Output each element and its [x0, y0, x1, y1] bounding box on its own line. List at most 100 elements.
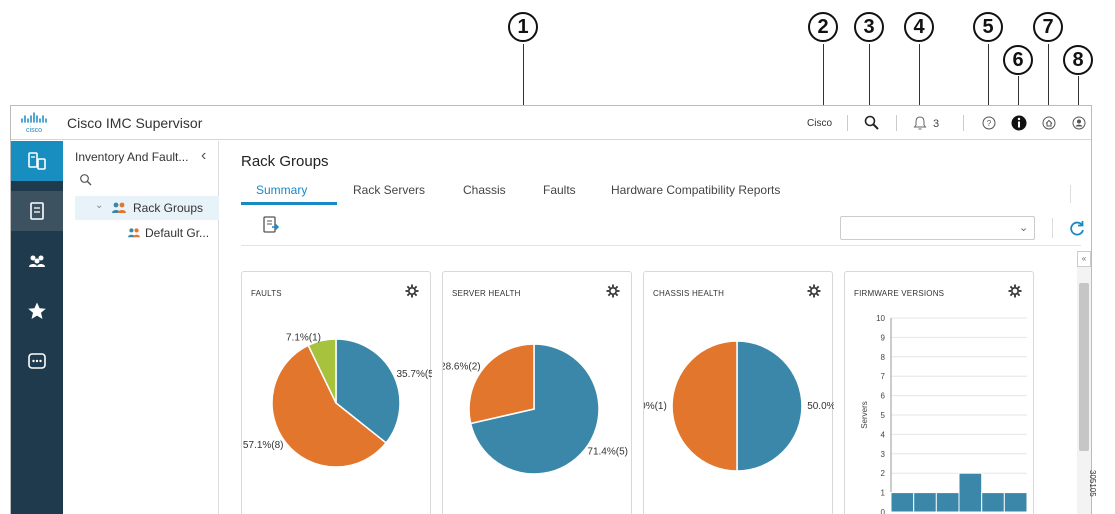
chevron-down-icon[interactable]: ⌄ [95, 200, 103, 211]
toolbar-divider [847, 115, 848, 131]
slice-label: 28.6%(2) [443, 361, 481, 372]
callout-5: 5 [973, 12, 1003, 42]
logo-text: cisco [26, 127, 42, 134]
nav-reports[interactable] [11, 191, 63, 231]
y-tick-label: 2 [881, 469, 886, 478]
y-tick-label: 7 [881, 372, 886, 381]
nav-favorites[interactable] [11, 291, 63, 331]
y-tick-label: 3 [881, 450, 886, 459]
callout-3: 3 [854, 12, 884, 42]
reports-icon [30, 202, 44, 220]
slice-label: 50.0%(1) [644, 401, 667, 412]
tree-item-label: Rack Groups [133, 201, 204, 215]
info-icon[interactable] [1010, 114, 1028, 132]
notification-count: 3 [933, 118, 940, 130]
scroll-up-button[interactable]: « [1077, 251, 1091, 267]
collapse-panel-icon[interactable]: ‹ [201, 147, 206, 165]
bar[interactable] [1003, 492, 1028, 513]
tab-faults[interactable]: Faults [543, 183, 576, 197]
gear-icon[interactable] [405, 284, 419, 298]
home-icon[interactable] [1040, 114, 1058, 132]
tree-title: Inventory And Fault... [75, 150, 189, 164]
bar[interactable] [981, 492, 1005, 513]
gear-icon[interactable] [807, 284, 821, 298]
gear-icon[interactable] [1008, 284, 1022, 298]
more-icon [28, 353, 46, 369]
scrollbar-thumb[interactable] [1079, 283, 1089, 451]
bar[interactable] [913, 492, 937, 513]
left-nav-rail [11, 141, 63, 514]
favorites-icon [28, 302, 46, 319]
user-name[interactable]: Cisco [807, 118, 832, 129]
card-faults: FAULTS 35.7%(5) 57.1%(8) 7.1%(1) [241, 271, 433, 514]
y-tick-label: 1 [881, 489, 886, 498]
refresh-icon[interactable] [1068, 219, 1086, 237]
callout-7: 7 [1033, 12, 1063, 42]
pie-slice[interactable] [468, 343, 535, 425]
page-title: Rack Groups [241, 153, 329, 170]
app-title: Cisco IMC Supervisor [67, 115, 203, 131]
slice-label: 57.1%(8) [243, 440, 284, 451]
app-window: cisco Cisco IMC Supervisor Cisco 3 ? Inv… [10, 105, 1092, 514]
card-title: FAULTS [251, 289, 282, 298]
tree-item-default-group[interactable]: Default Gr... [75, 221, 219, 245]
y-axis-label: Servers [860, 401, 869, 429]
callout-leader-8 [1078, 76, 1079, 106]
tab-chassis[interactable]: Chassis [463, 183, 506, 197]
filter-select[interactable]: ⌄ [840, 216, 1035, 240]
top-bar: cisco Cisco IMC Supervisor Cisco 3 ? [11, 106, 1091, 140]
tab-summary[interactable]: Summary [256, 183, 307, 197]
card-firmware-versions: FIRMWARE VERSIONS 0 1 2 3 4 5 6 7 8 9 10 Servers [844, 271, 1034, 514]
help-icon[interactable]: ? [980, 114, 998, 132]
slice-label: 50.0%(1) [807, 401, 834, 412]
tab-rack-servers[interactable]: Rack Servers [353, 183, 425, 197]
tree-item-rack-groups[interactable]: ⌄ Rack Groups [75, 196, 219, 220]
y-tick-label: 5 [881, 411, 886, 420]
tab-hardware-compatibility-reports[interactable]: Hardware Compatibility Reports [611, 183, 780, 197]
y-tick-label: 0 [881, 508, 886, 514]
tree-panel: Inventory And Fault... ‹ ⌄ Rack Groups D… [63, 141, 219, 514]
user-icon[interactable] [1070, 114, 1088, 132]
toolbar-divider-line [241, 245, 1081, 246]
callouts: 1 2 3 4 5 6 7 8 [0, 0, 1115, 106]
group-icon [112, 202, 126, 213]
y-tick-label: 10 [876, 314, 885, 323]
y-tick-label: 4 [881, 430, 886, 439]
nav-more[interactable] [11, 341, 63, 381]
bar[interactable] [890, 492, 915, 513]
search-icon[interactable] [863, 114, 881, 132]
nav-groups[interactable] [11, 241, 63, 281]
callout-4: 4 [904, 12, 934, 42]
callout-leader-6 [1018, 76, 1019, 106]
callout-1: 1 [508, 12, 538, 42]
y-tick-label: 8 [881, 353, 886, 362]
callout-8: 8 [1063, 45, 1093, 75]
card-title: SERVER HEALTH [452, 289, 521, 298]
figure-id-text: 305105 [1088, 470, 1097, 497]
export-report-icon[interactable] [262, 216, 280, 234]
nav-inventory[interactable] [11, 141, 63, 181]
toolbar-divider [963, 115, 964, 131]
slice-label: 35.7%(5) [397, 369, 433, 380]
callout-leader-3 [869, 44, 870, 106]
inventory-icon [28, 152, 46, 170]
pie-slice[interactable] [736, 340, 803, 472]
bar[interactable] [935, 492, 960, 513]
y-tick-label: 6 [881, 392, 886, 401]
toolbar-divider [1052, 218, 1053, 238]
toolbar-divider [896, 115, 897, 131]
bell-icon[interactable] [911, 114, 929, 132]
card-title: CHASSIS HEALTH [653, 289, 725, 298]
search-icon[interactable] [79, 173, 93, 187]
group-icon [128, 228, 140, 238]
gear-icon[interactable] [606, 284, 620, 298]
y-tick-label: 9 [881, 333, 886, 342]
chassis-health-pie-chart: 50.0%(1) 50.0%(1) [644, 340, 834, 472]
groups-icon [29, 255, 45, 267]
faults-pie-chart: 35.7%(5) 57.1%(8) 7.1%(1) [243, 333, 433, 468]
chevron-down-icon: ⌄ [1019, 222, 1029, 234]
bar[interactable] [958, 472, 983, 513]
pie-slice[interactable] [671, 340, 738, 472]
slice-label: 7.1%(1) [286, 333, 321, 344]
tabs-divider [1070, 185, 1071, 203]
